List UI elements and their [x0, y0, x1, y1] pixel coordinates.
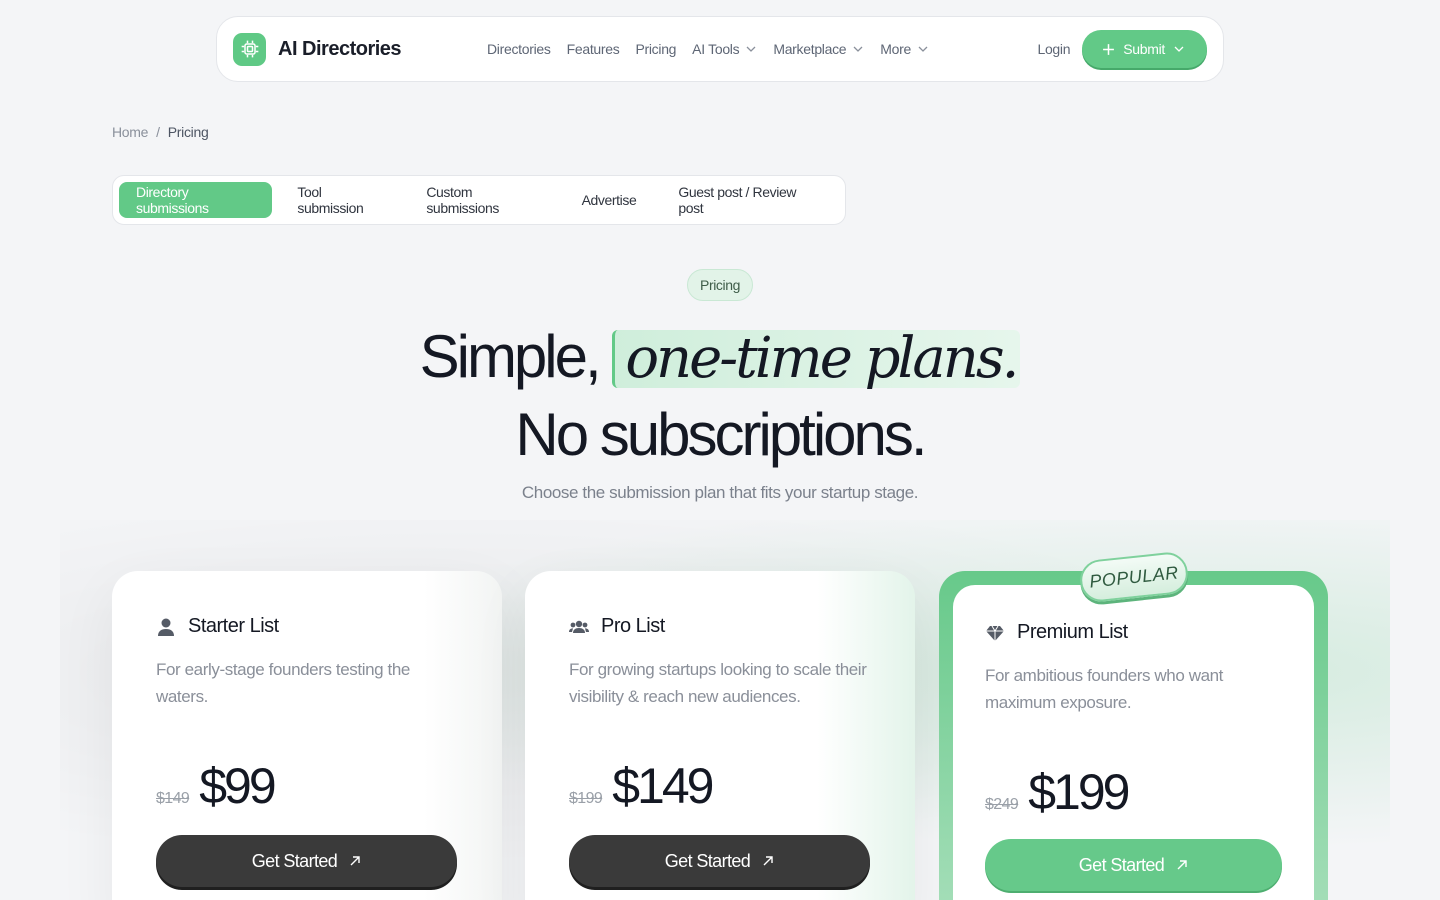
plan-title: Pro List	[569, 615, 871, 638]
plan-title-label: Pro List	[601, 615, 665, 637]
plan-title: Starter List	[156, 615, 458, 638]
plan-description: For early-stage founders testing the wat…	[156, 660, 410, 706]
tab-advertise[interactable]: Advertise	[565, 182, 654, 218]
section-pill: Pricing	[687, 269, 753, 301]
top-navbar: AI Directories Directories Features Pric…	[216, 16, 1224, 82]
get-started-button[interactable]: Get Started	[569, 835, 870, 887]
chip-icon	[233, 32, 266, 66]
plan-description: For ambitious founders who want maximum …	[985, 666, 1224, 712]
nav-link-label: More	[880, 41, 911, 57]
breadcrumb-home[interactable]: Home	[112, 124, 148, 140]
plan-title-label: Starter List	[188, 615, 279, 637]
arrow-up-right-icon	[350, 856, 360, 866]
plan-card-premium: Premium List For ambitious founders who …	[953, 585, 1314, 900]
user-icon	[158, 618, 174, 636]
nav-link-label: Marketplace	[773, 41, 847, 57]
nav-link-label: Pricing	[635, 41, 677, 57]
nav-link-pricing[interactable]: Pricing	[635, 41, 676, 57]
tab-guest-post[interactable]: Guest post / Review post	[661, 182, 831, 218]
price-row: $199 $149	[569, 757, 714, 815]
diamond-icon	[986, 625, 1004, 641]
brand[interactable]: AI Directories	[233, 32, 473, 66]
price-row: $249 $199	[985, 763, 1130, 821]
nav-link-label: Directories	[487, 41, 551, 57]
cta-label: Get Started	[1078, 854, 1165, 875]
get-started-button[interactable]: Get Started	[156, 835, 457, 887]
plus-icon	[1103, 43, 1115, 55]
nav-link-directories[interactable]: Directories	[487, 41, 551, 57]
plan-card-pro: Pro List For growing startups looking to…	[525, 571, 915, 900]
nav-right: Login Submit	[1037, 30, 1207, 68]
plan-price: $99	[199, 758, 276, 814]
nav-link-more[interactable]: More	[880, 41, 929, 57]
arrow-up-right-icon	[1177, 860, 1187, 870]
nav-link-label: AI Tools	[692, 41, 740, 57]
old-price: $199	[569, 790, 603, 807]
hero-title-highlight: one-time plans.	[612, 330, 1021, 388]
plan-card-starter: Starter List For early-stage founders te…	[112, 571, 502, 900]
cta-label: Get Started	[664, 850, 751, 871]
tab-tool-submission[interactable]: Tool submission	[280, 182, 401, 218]
breadcrumb-separator: /	[156, 124, 160, 140]
chevron-down-icon	[746, 46, 756, 52]
plan-description: For growing startups looking to scale th…	[569, 660, 867, 706]
old-price: $249	[985, 796, 1019, 813]
price-row: $149 $99	[156, 757, 277, 815]
submit-button[interactable]: Submit	[1082, 30, 1207, 68]
nav-link-features[interactable]: Features	[567, 41, 620, 57]
chevron-down-icon	[853, 46, 863, 52]
nav-links: Directories Features Pricing AI Tools Ma…	[487, 41, 929, 57]
submission-tabs: Directory submissions Tool submission Cu…	[112, 175, 846, 225]
nav-link-label: Features	[566, 41, 620, 57]
hero-title-prefix: Simple,	[419, 323, 602, 390]
hero-title-line1: Simple, one-time plans.	[0, 322, 1440, 392]
users-icon	[569, 620, 589, 633]
tab-custom-submissions[interactable]: Custom submissions	[409, 182, 556, 218]
plan-price: $149	[612, 758, 714, 814]
brand-name: AI Directories	[278, 37, 402, 60]
hero-title-line2: No subscriptions.	[515, 401, 927, 468]
tab-directory-submissions[interactable]: Directory submissions	[119, 182, 273, 218]
old-price: $149	[156, 790, 190, 807]
breadcrumb: Home / Pricing	[112, 124, 209, 140]
hero-subtitle: Choose the submission plan that fits you…	[521, 483, 919, 502]
nav-link-marketplace[interactable]: Marketplace	[773, 41, 864, 57]
plan-title-label: Premium List	[1017, 621, 1128, 643]
login-link[interactable]: Login	[1037, 41, 1070, 57]
chevron-down-icon	[1174, 46, 1184, 52]
plan-title: Premium List	[985, 621, 1282, 644]
breadcrumb-current: Pricing	[167, 124, 209, 140]
submit-label: Submit	[1123, 41, 1165, 57]
chevron-down-icon	[918, 46, 928, 52]
plan-price: $199	[1028, 764, 1130, 820]
cta-label: Get Started	[251, 850, 338, 871]
get-started-button[interactable]: Get Started	[985, 839, 1282, 891]
nav-link-ai-tools[interactable]: AI Tools	[692, 41, 757, 57]
arrow-up-right-icon	[763, 856, 773, 866]
